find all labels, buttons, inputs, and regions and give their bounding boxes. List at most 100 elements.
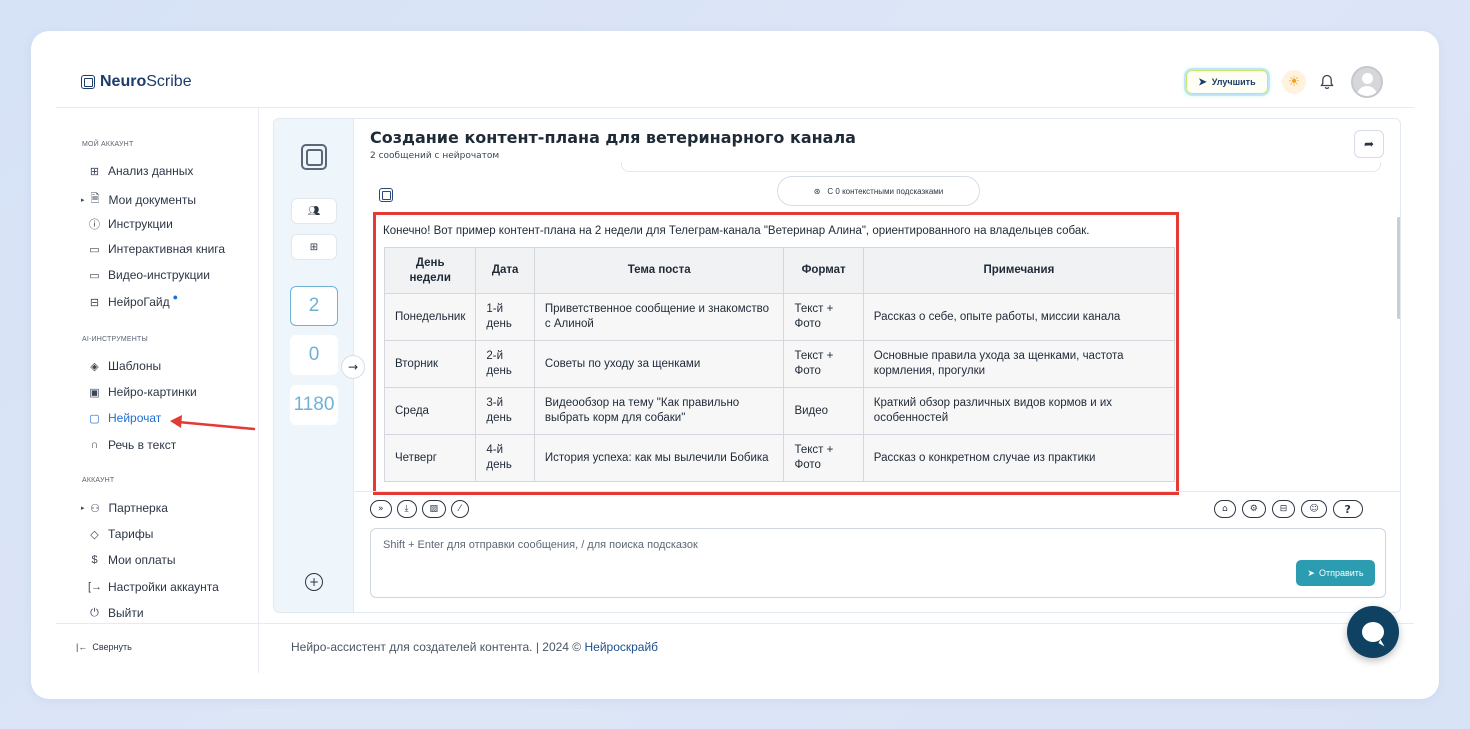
chat-subtitle: 2 сообщений с нейрочатом	[370, 151, 500, 161]
message-input-placeholder: Shift + Enter для отправки сообщения, / …	[383, 539, 698, 551]
sidebar-item-neuro-images[interactable]: ▣ Нейро-картинки	[88, 385, 197, 399]
layout-button[interactable]: ⊟	[1271, 500, 1296, 518]
footer-divider	[56, 623, 1414, 624]
grid-rail-button[interactable]: ⊞	[291, 234, 337, 260]
sidebar-item-interactive-book[interactable]: ▭ Интерактивная книга	[88, 242, 225, 256]
message-count-badge: 2	[290, 286, 338, 326]
table-header-cell: Тема поста	[533, 247, 785, 294]
table-cell: Основные правила ухода за щенками, часто…	[862, 340, 1176, 388]
section-title-my-account: МОЙ АККАУНТ	[82, 141, 134, 148]
send-button[interactable]: ➤ Отправить	[1296, 560, 1375, 586]
context-hints-button[interactable]: ⊛ С 0 контекстными подсказками	[777, 176, 980, 206]
sidebar-item-neuroguide[interactable]: ⊟ НейроГайд ●	[88, 292, 179, 309]
sidebar-item-label: Настройки аккаунта	[108, 580, 219, 594]
sidebar-item-label: Нейро-картинки	[108, 385, 197, 399]
chat-scrollbar[interactable]	[1397, 217, 1400, 319]
table-header-row: День недели Дата Тема поста Формат Приме…	[383, 247, 1176, 294]
section-title-ai-tools: AI-ИНСТРУМЕНТЫ	[82, 336, 148, 343]
download-button[interactable]: ⤓	[396, 500, 417, 518]
new-indicator-dot: ●	[172, 292, 179, 302]
previous-message-edge	[621, 162, 1381, 172]
caret-right-icon: ▸	[81, 505, 85, 512]
sidebar-item-label: Шаблоны	[108, 359, 162, 373]
sidebar-item-neurochat[interactable]: ▢ Нейрочат	[88, 411, 161, 425]
table-cell: 1-й день	[475, 293, 535, 341]
sidebar-item-label: Нейрочат	[108, 411, 162, 425]
sidebar-item-label: Видео-инструкции	[108, 268, 210, 282]
share-button[interactable]: ➦	[1354, 130, 1384, 158]
table-cell: Среда	[383, 387, 477, 435]
bot-button[interactable]: ☺	[1301, 500, 1327, 518]
sidebar-item-account-settings[interactable]: [→ Настройки аккаунта	[88, 580, 219, 594]
magic-wand-button[interactable]: ⁄	[451, 500, 469, 518]
book-icon: ▭	[89, 243, 100, 256]
composer-toolbar-left: » ⤓ ▨ ⁄	[370, 500, 469, 518]
assistant-avatar-icon	[379, 188, 393, 202]
user-avatar[interactable]	[1351, 66, 1383, 98]
table-cell: Текст + Фото	[783, 340, 864, 388]
table-cell: 2-й день	[475, 340, 535, 388]
sidebar-item-speech-to-text[interactable]: ∩ Речь в текст	[88, 438, 177, 452]
expand-rail-arrow-button[interactable]: →	[341, 355, 365, 379]
assistant-message: Конечно! Вот пример контент-плана на 2 н…	[373, 212, 1179, 495]
sidebar-item-my-documents[interactable]: ▸ 🗎 Мои документы	[81, 190, 196, 209]
neuroscribe-logo-icon	[301, 144, 327, 170]
plugin-button[interactable]: ⌂	[1214, 500, 1236, 518]
sidebar-item-logout[interactable]: ⏻ Выйти	[88, 606, 144, 620]
sidebar-item-label: Интерактивная книга	[108, 242, 226, 256]
notifications-bell-icon[interactable]	[1318, 72, 1336, 92]
upgrade-button[interactable]: ➤ Улучшить	[1186, 70, 1268, 94]
sidebar-item-my-payments[interactable]: $ Мои оплаты	[88, 553, 175, 567]
context-hints-label: С 0 контекстными подсказками	[827, 186, 944, 196]
gear-icon: ⚙	[1249, 504, 1258, 514]
power-icon: ⏻	[90, 606, 99, 619]
footer-brand-link[interactable]: Нейроскрайб	[584, 640, 658, 654]
add-chat-plus-icon[interactable]: +	[305, 573, 323, 591]
share-icon: ➦	[1363, 137, 1375, 151]
table-cell: Текст + Фото	[783, 434, 864, 482]
table-cell: Рассказ о конкретном случае из практики	[862, 434, 1176, 482]
sidebar-item-data-analysis[interactable]: ⊞ Анализ данных	[88, 164, 194, 178]
expand-down-button[interactable]: »	[370, 500, 392, 518]
collapse-sidebar-button[interactable]: |← Свернуть	[76, 642, 132, 652]
chat-icon: ▢	[89, 412, 100, 425]
users-icon: 👥︎	[307, 205, 321, 217]
sidebar-item-templates[interactable]: ◈ Шаблоны	[88, 359, 161, 373]
theme-toggle-sun-icon[interactable]: ☀	[1282, 70, 1306, 94]
users-rail-button[interactable]: 👥︎	[291, 198, 337, 224]
sidebar-item-label: Тарифы	[108, 527, 154, 541]
rocket-icon: ➤	[1198, 76, 1207, 88]
logo-icon	[81, 75, 95, 89]
table-row: Вторник 2-й день Советы по уходу за щенк…	[383, 340, 1176, 388]
grid-icon: ⊞	[89, 165, 100, 178]
double-chevron-down-icon: »	[378, 504, 384, 514]
sidebar-item-partner[interactable]: ▸ ⚇ Партнерка	[81, 501, 168, 515]
sidebar-item-label: Выйти	[108, 606, 144, 620]
guide-icon: ⊟	[89, 296, 100, 309]
message-input[interactable]: Shift + Enter для отправки сообщения, / …	[370, 528, 1386, 598]
help-button[interactable]: ?	[1332, 500, 1363, 518]
dollar-icon: $	[91, 554, 98, 566]
login-icon: [→	[88, 581, 103, 593]
settings-button[interactable]: ⚙	[1241, 500, 1266, 518]
header-divider	[56, 107, 1414, 108]
table-cell: 4-й день	[475, 434, 535, 482]
sidebar-divider	[258, 108, 259, 673]
sidebar-item-label: Анализ данных	[108, 164, 194, 178]
sidebar-item-label: Речь в текст	[108, 438, 177, 452]
section-title-account: АККАУНТ	[82, 477, 115, 484]
table-cell: Приветственное сообщение и знакомство с …	[533, 293, 785, 341]
zero-count-badge: 0	[290, 335, 338, 375]
table-cell: Видеообзор на тему "Как правильно выбрат…	[533, 387, 785, 435]
sidebar-item-video-instructions[interactable]: ▭ Видео-инструкции	[88, 268, 210, 282]
support-chat-button[interactable]	[1347, 606, 1399, 658]
table-cell: Краткий обзор различных видов кормов и и…	[862, 387, 1176, 435]
app-logo[interactable]: NeuroScribe	[81, 73, 192, 91]
table-cell: 3-й день	[475, 387, 535, 435]
sidebar-item-tariffs[interactable]: ◇ Тарифы	[88, 527, 153, 541]
table-row: Понедельник 1-й день Приветственное сооб…	[383, 293, 1176, 341]
sidebar-item-instructions[interactable]: ⓘ Инструкции	[88, 216, 173, 232]
users-icon: ⚇	[90, 502, 100, 515]
content-plan-table: День недели Дата Тема поста Формат Приме…	[383, 247, 1176, 482]
image-button[interactable]: ▨	[421, 500, 447, 518]
